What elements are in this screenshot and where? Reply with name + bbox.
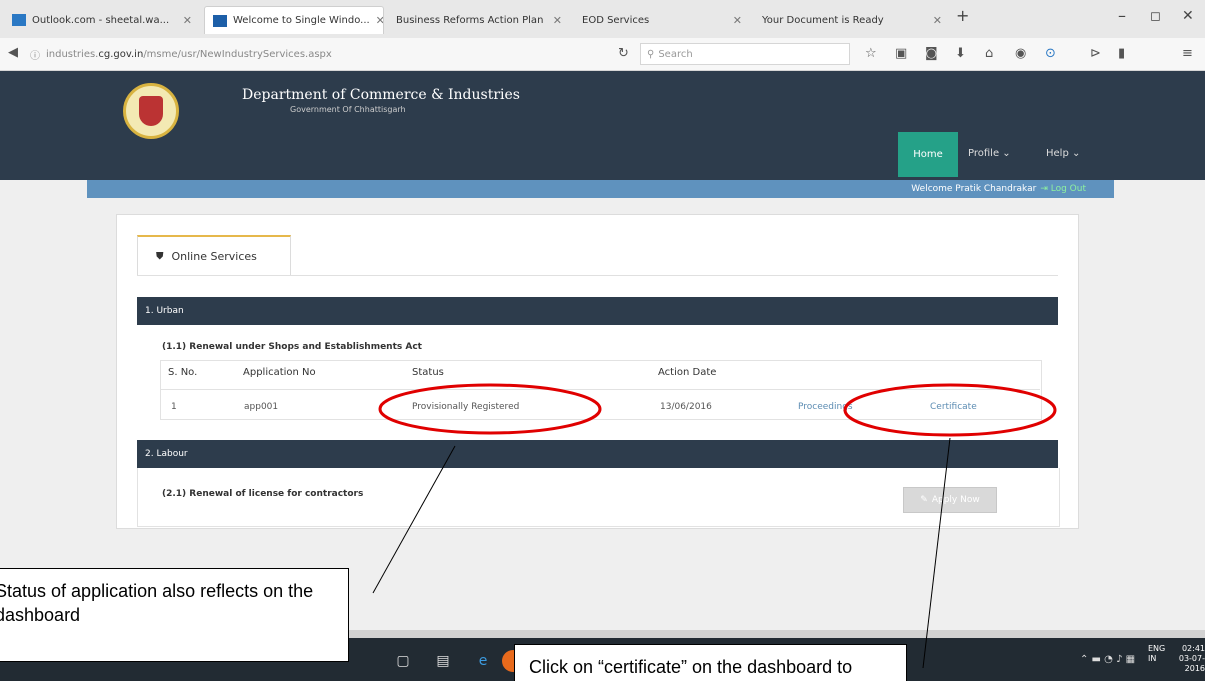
- browser-nav-bar: ◀ ⓘ industries. cg.gov.in/msme/usr/NewInd…: [0, 38, 1205, 71]
- shield-icon: ⛊: [156, 250, 164, 262]
- chevron-down-icon: ⌄: [1002, 148, 1011, 159]
- section-urban-header: 1. Urban: [137, 297, 1058, 325]
- col-header-sno: S. No.: [168, 367, 198, 378]
- new-tab-icon[interactable]: +: [956, 6, 969, 25]
- close-tab-icon[interactable]: ✕: [553, 14, 562, 27]
- col-header-application-no: Application No: [243, 367, 316, 378]
- extension-icon[interactable]: ◉: [1015, 46, 1026, 61]
- page-icon: [213, 14, 227, 27]
- browser-tab-eod-services[interactable]: EOD Services ✕: [574, 6, 750, 34]
- store-icon[interactable]: ▤: [432, 650, 454, 672]
- search-icon: ⚲: [647, 48, 655, 60]
- bookmark-star-icon[interactable]: ☆: [865, 46, 877, 61]
- close-tab-icon[interactable]: ✕: [933, 14, 942, 27]
- cell-status: Provisionally Registered: [412, 402, 520, 412]
- reading-list-icon[interactable]: ▣: [895, 46, 907, 61]
- section-labour-header: 2. Labour: [137, 440, 1058, 468]
- search-input[interactable]: ⚲ Search: [640, 43, 850, 65]
- close-tab-icon[interactable]: ✕: [376, 14, 383, 27]
- cell-action-date: 13/06/2016: [660, 402, 712, 412]
- minimize-icon[interactable]: –: [1118, 6, 1126, 25]
- logout-icon: ⇥: [1040, 184, 1048, 194]
- phone-icon[interactable]: ▮: [1118, 46, 1125, 61]
- close-window-icon[interactable]: ✕: [1182, 8, 1194, 24]
- outlook-icon: [12, 14, 26, 26]
- tab-divider: [137, 275, 1058, 276]
- task-view-icon[interactable]: ▢: [392, 650, 414, 672]
- section-urban-subtitle: (1.1) Renewal under Shops and Establishm…: [162, 342, 422, 352]
- reload-icon[interactable]: ↻: [618, 46, 629, 61]
- nav-home[interactable]: Home: [898, 132, 958, 177]
- address-bar[interactable]: ⓘ industries. cg.gov.in/msme/usr/NewIndus…: [30, 43, 600, 65]
- forward-share-icon[interactable]: ⊳: [1090, 46, 1101, 61]
- site-header: Department of Commerce & Industries Gove…: [0, 71, 1205, 180]
- cell-application-no: app001: [244, 402, 279, 412]
- browser-tab-business-reforms[interactable]: Business Reforms Action Plan ✕: [388, 6, 570, 34]
- welcome-text: Welcome Pratik Chandrakar: [911, 184, 1037, 194]
- chevron-down-icon: ⌄: [1072, 148, 1081, 159]
- sync-icon[interactable]: ⊙: [1045, 46, 1056, 61]
- state-emblem-logo: [123, 83, 179, 139]
- proceedings-link[interactable]: Proceedings: [798, 402, 853, 412]
- close-tab-icon[interactable]: ✕: [183, 14, 192, 27]
- callout-certificate: Click on “certificate” on the dashboard …: [514, 644, 907, 681]
- section-labour-subtitle: (2.1) Renewal of license for contractors: [162, 489, 364, 499]
- url-path: /msme/usr/NewIndustryServices.aspx: [143, 48, 332, 60]
- browser-tab-bar: Outlook.com - sheetal.wa... ✕ Welcome to …: [0, 0, 1205, 39]
- system-tray-icons[interactable]: ⌃ ▬ ◔ ♪ ▦: [1080, 654, 1135, 665]
- info-icon: ⓘ: [30, 50, 40, 62]
- menu-icon[interactable]: ≡: [1182, 46, 1193, 61]
- download-icon[interactable]: ⬇: [955, 46, 966, 61]
- apply-icon: ✎: [920, 495, 928, 505]
- url-prefix: industries.: [46, 48, 99, 60]
- tab-online-services[interactable]: ⛊ Online Services: [137, 235, 291, 275]
- apply-now-button[interactable]: ✎ Apply Now: [903, 487, 997, 513]
- welcome-bar: Welcome Pratik Chandrakar ⇥ Log Out: [87, 180, 1114, 198]
- close-tab-icon[interactable]: ✕: [733, 14, 742, 27]
- clock[interactable]: 02:41 03-07-2016: [1178, 644, 1205, 674]
- col-header-action-date: Action Date: [658, 367, 717, 378]
- back-icon[interactable]: ◀: [8, 45, 18, 60]
- browser-tab-document-ready[interactable]: Your Document is Ready ✕: [754, 6, 950, 34]
- logout-link[interactable]: ⇥ Log Out: [1040, 184, 1086, 194]
- callout-status: Status of application also reflects on t…: [0, 568, 349, 662]
- nav-help[interactable]: Help ⌄: [1046, 148, 1080, 159]
- certificate-link[interactable]: Certificate: [930, 402, 977, 412]
- language-indicator[interactable]: ENG IN: [1148, 644, 1165, 664]
- maximize-icon[interactable]: ◻: [1150, 9, 1161, 24]
- browser-tab-single-window[interactable]: Welcome to Single Windo... ✕: [204, 6, 384, 34]
- url-domain: cg.gov.in: [98, 48, 144, 60]
- browser-tab-outlook[interactable]: Outlook.com - sheetal.wa... ✕: [4, 6, 200, 34]
- department-subtitle: Government Of Chhattisgarh: [290, 105, 406, 114]
- home-icon[interactable]: ⌂: [985, 46, 993, 61]
- col-header-status: Status: [412, 367, 444, 378]
- edge-icon[interactable]: e: [472, 650, 494, 672]
- table-row-separator: [160, 389, 1040, 390]
- pocket-icon[interactable]: ◙: [925, 46, 938, 61]
- department-title: Department of Commerce & Industries: [242, 87, 520, 103]
- nav-profile[interactable]: Profile ⌄: [968, 148, 1011, 159]
- cell-sno: 1: [171, 402, 177, 412]
